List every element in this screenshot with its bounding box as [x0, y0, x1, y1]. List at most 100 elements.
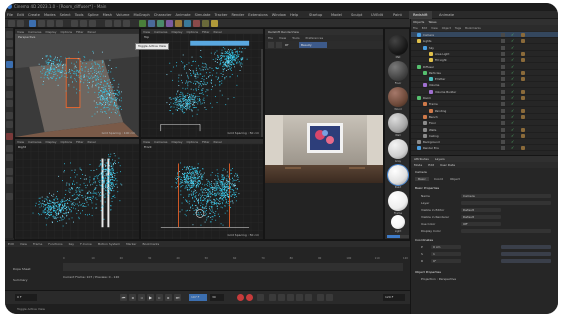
visibility-dot-icon[interactable] — [501, 58, 505, 63]
tl-menu-view[interactable]: View — [17, 241, 30, 247]
render-view-icon[interactable] — [105, 20, 112, 27]
tl-menu-marker[interactable]: Marker — [123, 241, 139, 247]
playback-mode-icon[interactable] — [317, 294, 324, 301]
visibility-dot-icon[interactable] — [501, 96, 505, 100]
enabled-check-icon[interactable]: ✓ — [511, 108, 515, 113]
menu-select[interactable]: Select — [58, 11, 73, 19]
menu-animate[interactable]: Animate — [174, 11, 193, 19]
visibility-dot-icon[interactable] — [501, 133, 505, 138]
layout-tab-startup[interactable]: Startup — [305, 11, 326, 19]
tl-menu-bookmarks[interactable]: Bookmarks — [139, 241, 162, 247]
visibility-dot-icon[interactable] — [501, 108, 505, 113]
record-key-icon[interactable] — [237, 294, 244, 301]
enabled-check-icon[interactable]: ✓ — [511, 121, 515, 125]
menu-volume[interactable]: Volume — [114, 11, 131, 19]
menu-create[interactable]: Create — [26, 11, 42, 19]
visibility-dot-icon[interactable] — [501, 77, 505, 82]
tag-icon[interactable] — [521, 58, 525, 63]
material-ball[interactable] — [388, 139, 408, 159]
object-row[interactable]: Volume ✓ — [411, 82, 558, 89]
snap-icon[interactable] — [6, 100, 13, 107]
coord-p-slider[interactable] — [501, 245, 551, 249]
object-row[interactable]: Diffuser ✓ — [411, 64, 558, 70]
move-icon[interactable] — [6, 61, 13, 68]
rotation-key-icon[interactable] — [287, 294, 294, 301]
object-row[interactable]: Bench ✓ — [411, 114, 558, 120]
aov-dropdown[interactable]: Beauty — [299, 42, 327, 48]
tag-icon[interactable] — [521, 51, 525, 56]
next-frame-icon[interactable]: ▹ — [156, 294, 163, 301]
subtab-basic[interactable]: Basic — [415, 177, 429, 181]
object-row[interactable]: Sky ✓ — [411, 45, 558, 51]
tag-icon[interactable] — [521, 127, 525, 132]
tl-menu-frame[interactable]: Frame — [30, 241, 45, 247]
menu-extensions[interactable]: Extensions — [246, 11, 270, 19]
menu-render[interactable]: Render — [229, 11, 246, 19]
visibility-dot-icon[interactable] — [501, 121, 505, 126]
layout-tab-uvedit[interactable]: UVEdit — [367, 11, 387, 19]
enabled-check-icon[interactable]: ✓ — [511, 33, 515, 37]
menu-mesh[interactable]: Mesh — [101, 11, 114, 19]
next-key-icon[interactable]: ▸ — [165, 294, 172, 301]
start-frame-field[interactable]: 0 F — [15, 294, 37, 301]
menu-file[interactable]: File — [5, 11, 15, 19]
visibility-dot-icon[interactable] — [501, 39, 505, 44]
menu-window[interactable]: Window — [270, 11, 288, 19]
enabled-check-icon[interactable]: ✓ — [511, 140, 515, 144]
workplane-icon[interactable] — [6, 112, 13, 119]
menu-tools[interactable]: Tools — [73, 11, 86, 19]
om-menu-bookmarks[interactable]: Bookmarks — [463, 25, 483, 31]
select-tool-icon[interactable] — [6, 31, 13, 38]
menu-edit[interactable]: Edit — [15, 11, 26, 19]
object-row[interactable]: Camera ✓ — [411, 32, 558, 38]
solo-icon[interactable] — [6, 121, 13, 128]
viewport-scrollbar[interactable] — [261, 49, 263, 137]
tag-icon[interactable] — [521, 96, 525, 100]
field-icon[interactable] — [184, 20, 191, 27]
layout-tab-redshift[interactable]: Redshift — [409, 11, 432, 19]
object-row[interactable]: Floor ✓ — [411, 120, 558, 127]
tag-icon[interactable] — [521, 33, 525, 37]
object-row[interactable]: Particles ✓ — [411, 70, 558, 76]
enabled-check-icon[interactable]: ✓ — [511, 70, 515, 75]
tag-icon[interactable] — [521, 108, 525, 113]
subdivision-icon[interactable] — [157, 20, 164, 27]
menu-tracker[interactable]: Tracker — [213, 11, 230, 19]
play-render-icon[interactable] — [268, 42, 274, 48]
enabled-check-icon[interactable]: ✓ — [511, 127, 515, 132]
material-ball[interactable] — [388, 61, 408, 81]
enabled-check-icon[interactable]: ✓ — [511, 89, 515, 94]
position-key-icon[interactable] — [269, 294, 276, 301]
field-visible-renderer-dropdown[interactable]: Default — [461, 215, 501, 219]
grid-icon[interactable] — [6, 177, 13, 184]
tag-icon[interactable] — [521, 133, 525, 138]
material-ball[interactable] — [388, 35, 408, 55]
render-icon[interactable] — [114, 20, 121, 27]
enabled-check-icon[interactable]: ✓ — [511, 45, 515, 50]
cloner-icon[interactable] — [166, 20, 173, 27]
cube-icon[interactable] — [139, 20, 146, 27]
om-menu-file[interactable]: File — [411, 25, 420, 31]
object-row[interactable]: Walls ✓ — [411, 127, 558, 133]
fps-field[interactable]: 30 — [210, 294, 224, 301]
paint-icon[interactable] — [6, 133, 13, 140]
am-menu-edit[interactable]: Edit — [425, 162, 437, 168]
visibility-dot-icon[interactable] — [501, 33, 505, 37]
object-row[interactable]: Background ✓ — [411, 139, 558, 146]
tl-menu-motion[interactable]: Motion System — [95, 241, 123, 247]
visibility-dot-icon[interactable] — [501, 83, 505, 88]
redo-icon[interactable] — [17, 20, 24, 27]
current-frame-field[interactable]: 107 F — [189, 294, 207, 301]
sound-icon[interactable] — [326, 294, 333, 301]
am-menu-mode[interactable]: Mode — [411, 162, 425, 168]
menu-spline[interactable]: Spline — [86, 11, 101, 19]
axis-icon[interactable] — [6, 91, 13, 98]
tl-menu-edit[interactable]: Edit — [5, 241, 17, 247]
field-visible-editor-dropdown[interactable]: Default — [461, 208, 501, 212]
scale-key-icon[interactable] — [278, 294, 285, 301]
object-row[interactable]: Area Light ✓ — [411, 51, 558, 57]
viewport-right[interactable]: View Cameras Display Options Filter Panel Rig… — [14, 138, 140, 240]
tag-icon[interactable] — [521, 70, 525, 75]
object-row[interactable]: Lights ✓ — [411, 38, 558, 45]
spline-pen-icon[interactable] — [148, 20, 155, 27]
